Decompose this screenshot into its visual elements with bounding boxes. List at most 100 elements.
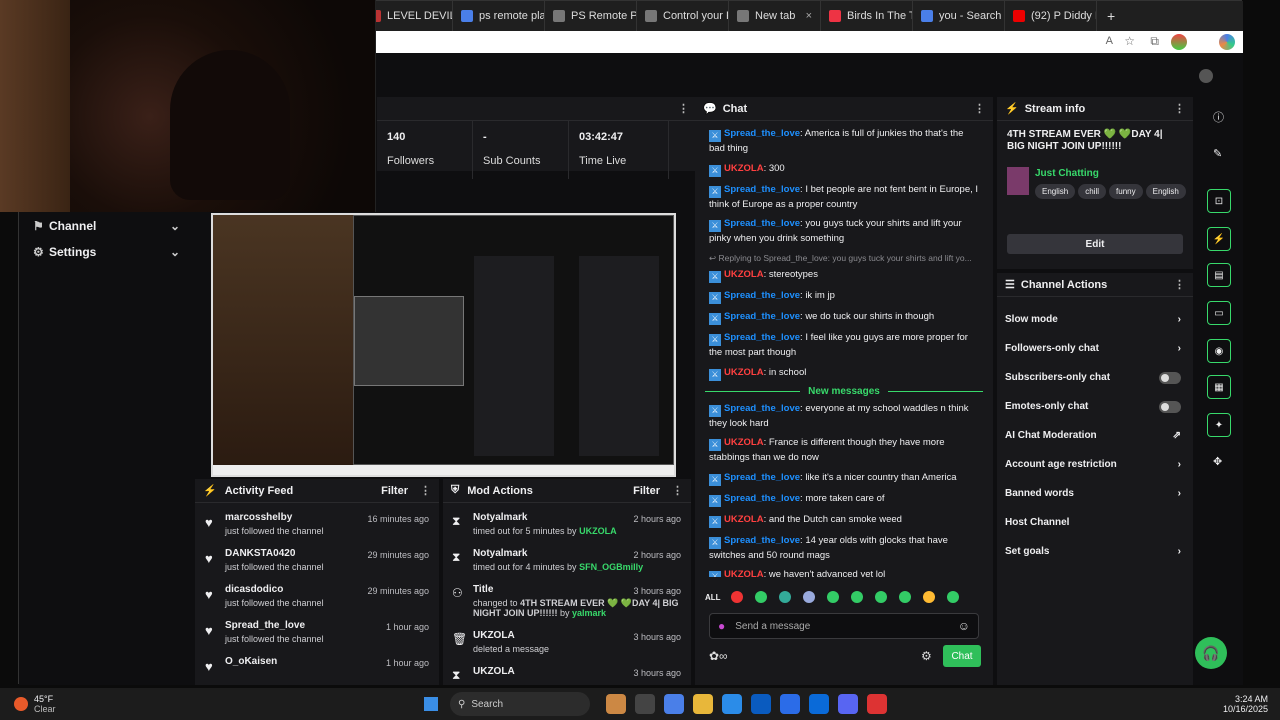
channel-action-followers-only-chat[interactable]: Followers-only chat › bbox=[997, 334, 1193, 363]
stream-tag[interactable]: English bbox=[1035, 184, 1076, 199]
kebab-icon[interactable]: ⋮ bbox=[1174, 278, 1185, 291]
outlook-icon[interactable] bbox=[809, 694, 829, 714]
chat-message[interactable]: ⚔ Spread_the_love: we do tuck our shirts … bbox=[695, 307, 993, 328]
emote-icon[interactable] bbox=[802, 591, 815, 603]
favorite-star-icon[interactable]: ☆ bbox=[1124, 34, 1135, 48]
emote-icon[interactable] bbox=[850, 591, 863, 603]
list-item[interactable]: 🗑 UKZOLA deleted a message 3 hours ago bbox=[443, 627, 691, 663]
chat-message[interactable]: ⚔ UKZOLA: France is different though they… bbox=[695, 433, 993, 468]
chat-username[interactable]: Spread_the_love bbox=[724, 218, 800, 229]
browser-tab[interactable]: Control your P× bbox=[637, 1, 729, 31]
toggle-switch[interactable] bbox=[1159, 400, 1181, 413]
info-icon[interactable]: ⓘ bbox=[1213, 109, 1224, 125]
list-item[interactable]: ♥ Spread_the_love just followed the channe… bbox=[195, 617, 439, 653]
bolt-icon[interactable]: ⚡ bbox=[1207, 227, 1231, 251]
stream-tag[interactable]: chill bbox=[1078, 184, 1107, 199]
chat-username[interactable]: Spread_the_love bbox=[724, 403, 800, 414]
channel-action-account-age-restriction[interactable]: Account age restriction › bbox=[997, 450, 1193, 479]
emote-icon[interactable] bbox=[754, 591, 767, 603]
chat-message[interactable]: ⚔ UKZOLA: in school bbox=[695, 363, 993, 384]
chat-icon[interactable]: ▭ bbox=[1207, 301, 1231, 325]
sidebar-item-channel[interactable]: ⚑ Channel ⌄ bbox=[19, 213, 194, 239]
chat-message[interactable]: ⚔ Spread_the_love: more taken care of bbox=[695, 489, 993, 510]
channel-action-subscribers-only-chat[interactable]: Subscribers-only chat bbox=[997, 363, 1193, 392]
emote-icon[interactable] bbox=[946, 591, 959, 603]
chat-username[interactable]: UKZOLA bbox=[724, 569, 764, 577]
list-item[interactable]: ♥ dicasdodico just followed the channel 29 … bbox=[195, 581, 439, 617]
chat-username[interactable]: UKZOLA bbox=[724, 367, 764, 378]
chat-message[interactable]: ⚔ Spread_the_love: I bet people are not f… bbox=[695, 180, 993, 215]
read-aloud-icon[interactable]: A bbox=[1106, 35, 1113, 47]
chat-input[interactable]: ● Send a message ☺ bbox=[709, 613, 979, 639]
emote-icon[interactable] bbox=[730, 591, 743, 603]
channel-action-slow-mode[interactable]: Slow mode › bbox=[997, 305, 1193, 334]
chat-message[interactable]: ⚔ UKZOLA: 300 bbox=[695, 159, 993, 180]
people-icon[interactable]: ✥ bbox=[1213, 455, 1222, 468]
list-item[interactable]: ♥ DANKSTA0420 just followed the channel 29 … bbox=[195, 545, 439, 581]
chat-username[interactable]: Spread_the_love bbox=[724, 332, 800, 343]
chat-message[interactable]: ⚔ UKZOLA: stereotypes bbox=[695, 265, 993, 286]
emote-icon[interactable] bbox=[922, 591, 935, 603]
broadcast-icon[interactable]: ◉ bbox=[1207, 339, 1231, 363]
list-item[interactable]: ♥ marcosshelby just followed the channel 16… bbox=[195, 509, 439, 545]
browser-tab[interactable]: PS Remote Pla× bbox=[545, 1, 637, 31]
chat-message[interactable]: ⚔ Spread_the_love: I feel like you guys a… bbox=[695, 328, 993, 363]
copilot-icon[interactable] bbox=[1219, 34, 1235, 50]
close-icon[interactable]: × bbox=[806, 10, 812, 22]
kebab-icon[interactable]: ⋮ bbox=[678, 102, 689, 115]
microphone-icon[interactable]: ● bbox=[718, 619, 725, 633]
browser-tab[interactable]: you - Search× bbox=[913, 1, 1005, 31]
emote-icon[interactable] bbox=[898, 591, 911, 603]
chat-username[interactable]: Spread_the_love bbox=[724, 493, 800, 504]
kebab-icon[interactable]: ⋮ bbox=[1174, 102, 1185, 115]
edge-icon[interactable] bbox=[722, 694, 742, 714]
kebab-icon[interactable]: ⋮ bbox=[974, 102, 985, 115]
list-item[interactable]: ⧗ UKZOLA 3 hours ago bbox=[443, 663, 691, 683]
emote-icon[interactable] bbox=[874, 591, 887, 603]
channel-action-host-channel[interactable]: Host Channel bbox=[997, 508, 1193, 537]
new-tab-button[interactable]: + bbox=[1097, 8, 1125, 24]
wrench-icon[interactable]: ✦ bbox=[1207, 413, 1231, 437]
chat-username[interactable]: Spread_the_love bbox=[724, 472, 800, 483]
file-explorer-icon[interactable] bbox=[693, 694, 713, 714]
chat-username[interactable]: UKZOLA bbox=[724, 163, 764, 174]
list-item[interactable]: ⧗ Notyalmark timed out for 4 minutes by SF… bbox=[443, 545, 691, 581]
emote-icon[interactable] bbox=[826, 591, 839, 603]
discord-icon[interactable] bbox=[838, 694, 858, 714]
chat-message[interactable]: ⚔ UKZOLA: and the Dutch can smoke weed bbox=[695, 510, 993, 531]
profile-avatar[interactable] bbox=[1171, 34, 1187, 50]
chat-username[interactable]: Spread_the_love bbox=[724, 184, 800, 195]
chat-send-button[interactable]: Chat bbox=[943, 645, 981, 667]
toggle-switch[interactable] bbox=[1159, 371, 1181, 384]
chat-username[interactable]: Spread_the_love bbox=[724, 311, 800, 322]
browser-tab[interactable]: ps remote pla× bbox=[453, 1, 545, 31]
sidebar-item-settings[interactable]: ⚙ Settings ⌄ bbox=[19, 239, 194, 265]
browser-tab[interactable]: Birds In The T× bbox=[821, 1, 913, 31]
snail-icon[interactable] bbox=[606, 694, 626, 714]
chat-message[interactable]: ⚔ Spread_the_love: you guys tuck your shi… bbox=[695, 214, 993, 249]
chat-message[interactable]: ⚔ UKZOLA: we haven't advanced yet lol bbox=[695, 565, 993, 577]
chat-message[interactable]: ⚔ Spread_the_love: like it's a nicer coun… bbox=[695, 468, 993, 489]
clock[interactable]: 3:24 AM 10/16/2025 bbox=[1223, 694, 1268, 714]
list-item[interactable]: ♥ O_oKaisen 1 hour ago bbox=[195, 653, 439, 689]
clip-icon[interactable]: ⊡ bbox=[1207, 189, 1231, 213]
kebab-icon[interactable]: ⋮ bbox=[672, 484, 683, 497]
emote-icon[interactable] bbox=[778, 591, 791, 603]
kebab-icon[interactable]: ⋮ bbox=[420, 484, 431, 497]
stream-tag[interactable]: funny bbox=[1109, 184, 1143, 199]
list-item[interactable]: ⧗ Notyalmark timed out for 5 minutes by UK… bbox=[443, 509, 691, 545]
user-avatar[interactable] bbox=[1199, 69, 1213, 83]
emoji-icon[interactable]: ☺ bbox=[958, 619, 970, 633]
chat-message[interactable]: ⚔ Spread_the_love: 14 year olds with gloc… bbox=[695, 531, 993, 566]
points-icon[interactable]: ✿∞ bbox=[709, 649, 728, 663]
edit-stream-button[interactable]: Edit bbox=[1007, 234, 1183, 254]
weather-widget[interactable]: 45°F Clear bbox=[0, 694, 130, 714]
pencil-icon[interactable]: ✎ bbox=[1213, 147, 1222, 160]
channel-action-banned-words[interactable]: Banned words › bbox=[997, 479, 1193, 508]
chat-message[interactable]: ⚔ Spread_the_love: ik im jp bbox=[695, 286, 993, 307]
list-item[interactable]: ⚇ Title changed to 4TH STREAM EVER 💚 💚DAY … bbox=[443, 581, 691, 627]
emote-all-button[interactable]: ALL bbox=[705, 593, 721, 602]
chat-settings-icon[interactable]: ⚙ bbox=[921, 649, 932, 663]
chat-message[interactable]: ⚔ Spread_the_love: everyone at my school … bbox=[695, 399, 993, 434]
task-view-icon[interactable] bbox=[635, 694, 655, 714]
